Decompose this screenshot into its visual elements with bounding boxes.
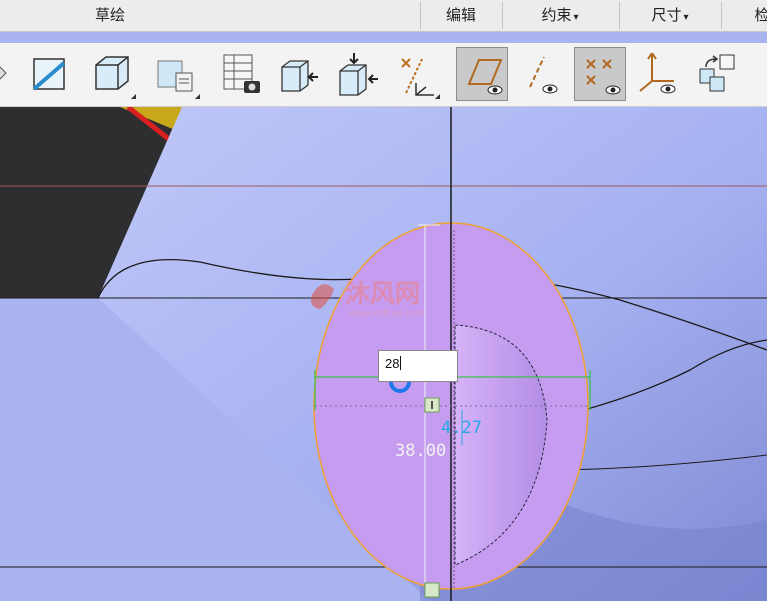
chevron-down-icon: ▾	[683, 12, 689, 23]
toolbar-button-eraser[interactable]	[0, 47, 18, 101]
tab-constrain[interactable]: 约束 ▾	[504, 0, 616, 31]
plane-display-icon	[467, 59, 503, 95]
tab-inspect-label: 检	[754, 7, 767, 24]
dropdown-arrow-icon	[435, 94, 440, 99]
dimension-value-text: 28	[385, 356, 400, 371]
saved-view-icon	[157, 60, 193, 92]
sketch-orientation-icon	[32, 58, 66, 91]
eraser-icon	[0, 66, 7, 80]
view-toolbar	[0, 43, 767, 107]
dropdown-arrow-icon	[195, 94, 200, 99]
annotation-display-icon	[699, 54, 735, 92]
watermark-url: www.mfcad.com	[350, 309, 424, 319]
toolbar-button-annotation-display[interactable]	[690, 47, 742, 101]
toolbar-button-sketch-orientation[interactable]	[24, 47, 76, 101]
offset-dimension-label[interactable]: 4.27	[441, 418, 482, 438]
view-manager-icon	[223, 54, 260, 93]
point-constraint-icon[interactable]	[424, 582, 440, 598]
axis-display-icon	[529, 56, 558, 94]
tab-separator	[420, 2, 421, 29]
toolbar-button-view-manager[interactable]	[214, 47, 266, 101]
text-cursor	[400, 356, 402, 370]
tab-edit[interactable]: 编辑	[422, 0, 500, 31]
sketch-view-icon	[281, 60, 318, 92]
ribbon-tab-bar: 草绘 编辑 约束 ▾ 尺寸 ▾ 检	[0, 0, 767, 32]
box-view-icon	[95, 56, 129, 90]
dropdown-arrow-icon	[131, 94, 136, 99]
point-display-icon	[586, 59, 621, 95]
watermark-text: 沐风网	[345, 279, 420, 308]
toolbar-button-csys-display[interactable]	[632, 47, 684, 101]
toolbar-button-box-view[interactable]	[86, 47, 138, 101]
toolbar-button-axis-display[interactable]	[516, 47, 568, 101]
tab-sketch[interactable]: 草绘	[60, 0, 160, 31]
tab-sketch-label: 草绘	[94, 7, 125, 24]
tab-dimension[interactable]: 尺寸 ▾	[621, 0, 719, 31]
tab-inspect[interactable]: 检	[752, 0, 767, 31]
tab-edit-label: 编辑	[445, 7, 476, 24]
tab-separator	[619, 2, 620, 29]
tab-separator	[721, 2, 722, 29]
toolbar-button-point-display[interactable]	[574, 47, 626, 101]
tab-dimension-label: 尺寸	[651, 7, 682, 24]
toolbar-button-sketch-view[interactable]	[272, 47, 324, 101]
reference-view-icon	[339, 53, 378, 96]
chevron-down-icon: ▾	[573, 12, 579, 23]
toolbar-button-plane-display[interactable]	[456, 47, 508, 101]
toolbar-button-datum-display[interactable]	[390, 47, 442, 101]
height-dimension-label[interactable]: 38.00	[395, 441, 446, 461]
datum-display-icon	[401, 58, 434, 96]
toolbar-button-reference-view[interactable]	[330, 47, 382, 101]
csys-display-icon	[639, 53, 676, 94]
toolbar-button-saved-view[interactable]	[150, 47, 202, 101]
dimension-value-input[interactable]: 28	[378, 350, 458, 382]
tab-separator	[502, 2, 503, 29]
tab-constrain-label: 约束	[541, 7, 572, 24]
